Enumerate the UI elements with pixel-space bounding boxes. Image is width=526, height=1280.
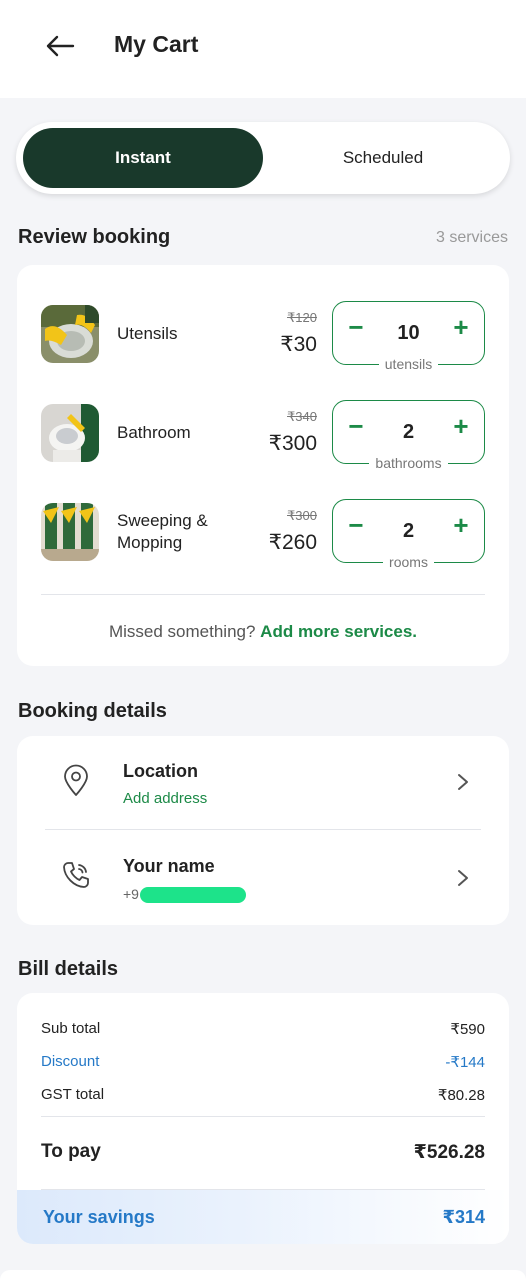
phone-icon: [63, 862, 89, 888]
service-name: Bathroom: [117, 423, 191, 442]
savings-banner: Your savings ₹314: [17, 1190, 509, 1244]
location-pin-icon: [64, 764, 88, 796]
bill-label: Discount: [41, 1053, 100, 1070]
bill-details-title: Bill details: [18, 958, 119, 980]
service-name: Sweeping & Mopping: [117, 511, 208, 552]
savings-label: Your savings: [43, 1206, 155, 1227]
service-item-sweeping-mopping: Sweeping & Mopping ₹300 ₹260 − 2 + rooms: [17, 499, 509, 570]
arrow-left-icon: [46, 35, 75, 57]
bill-value: -₹144: [445, 1054, 485, 1071]
bottom-sheet-edge: [0, 1270, 526, 1280]
chevron-right-icon: [458, 774, 468, 790]
original-price: ₹340: [287, 409, 317, 424]
utensils-photo-icon: [41, 305, 99, 363]
location-row[interactable]: Location Add address: [17, 736, 509, 826]
to-pay-value: ₹526.28: [413, 1142, 485, 1163]
increase-button[interactable]: +: [446, 411, 476, 441]
bill-details-card: Sub total ₹590 Discount -₹144 GST total …: [17, 993, 509, 1244]
to-pay-row: To pay ₹526.28: [41, 1141, 485, 1164]
your-name-title: Your name: [123, 856, 215, 876]
bathroom-photo-icon: [41, 404, 99, 462]
bill-value: ₹80.28: [437, 1087, 485, 1104]
sweeping-thumbnail: [41, 503, 99, 561]
sweeping-photo-icon: [41, 503, 99, 561]
bill-label: GST total: [41, 1086, 105, 1103]
utensils-thumbnail: [41, 305, 99, 363]
original-price: ₹120: [287, 310, 317, 325]
discounted-price: ₹300: [268, 432, 317, 455]
phone-number: +9: [123, 886, 246, 904]
review-booking-title: Review booking: [18, 226, 171, 248]
increase-button[interactable]: +: [446, 510, 476, 540]
service-item-bathroom: Bathroom ₹340 ₹300 − 2 + bathrooms: [17, 400, 509, 471]
contact-row[interactable]: Your name +9: [17, 832, 509, 922]
page-title: My Cart: [114, 31, 199, 57]
quantity-stepper: − 2 + rooms: [332, 499, 485, 570]
bill-label: Sub total: [41, 1020, 101, 1037]
bill-value: ₹590: [450, 1021, 485, 1038]
top-bar: My Cart: [0, 0, 526, 98]
add-more-services-link[interactable]: Add more services.: [260, 622, 417, 641]
discounted-price: ₹30: [280, 333, 317, 356]
review-booking-card: Utensils ₹120 ₹30 − 10 + utensils Bathro…: [17, 265, 509, 666]
divider: [45, 829, 481, 830]
divider: [41, 1116, 485, 1117]
booking-details-title: Booking details: [18, 700, 167, 722]
quantity-stepper: − 10 + utensils: [332, 301, 485, 372]
redacted-phone: [139, 887, 246, 904]
services-count: 3 services: [435, 229, 508, 246]
bill-row-discount: Discount -₹144: [41, 1053, 485, 1071]
bill-row-subtotal: Sub total ₹590: [41, 1020, 485, 1038]
savings-value: ₹314: [442, 1206, 485, 1227]
to-pay-label: To pay: [41, 1141, 101, 1162]
quantity-unit: rooms: [333, 554, 484, 572]
add-address-link[interactable]: Add address: [123, 790, 207, 807]
tab-instant[interactable]: Instant: [23, 128, 263, 188]
service-name: Utensils: [117, 324, 178, 343]
quantity-unit: utensils: [333, 356, 484, 374]
divider: [41, 594, 485, 595]
increase-button[interactable]: +: [446, 312, 476, 342]
booking-details-card: Location Add address Your name +9: [17, 736, 509, 925]
back-button[interactable]: [40, 28, 80, 64]
quantity-unit: bathrooms: [333, 455, 484, 473]
quantity-stepper: − 2 + bathrooms: [332, 400, 485, 471]
tab-scheduled[interactable]: Scheduled: [263, 128, 503, 188]
original-price: ₹300: [287, 508, 317, 523]
bill-row-gst: GST total ₹80.28: [41, 1086, 485, 1104]
location-title: Location: [123, 761, 198, 781]
missed-something-text: Missed something? Add more services.: [108, 622, 418, 641]
service-item-utensils: Utensils ₹120 ₹30 − 10 + utensils: [17, 301, 509, 372]
bathroom-thumbnail: [41, 404, 99, 462]
booking-mode-toggle: Instant Scheduled: [16, 122, 510, 194]
discounted-price: ₹260: [268, 531, 317, 554]
chevron-right-icon: [458, 870, 468, 886]
